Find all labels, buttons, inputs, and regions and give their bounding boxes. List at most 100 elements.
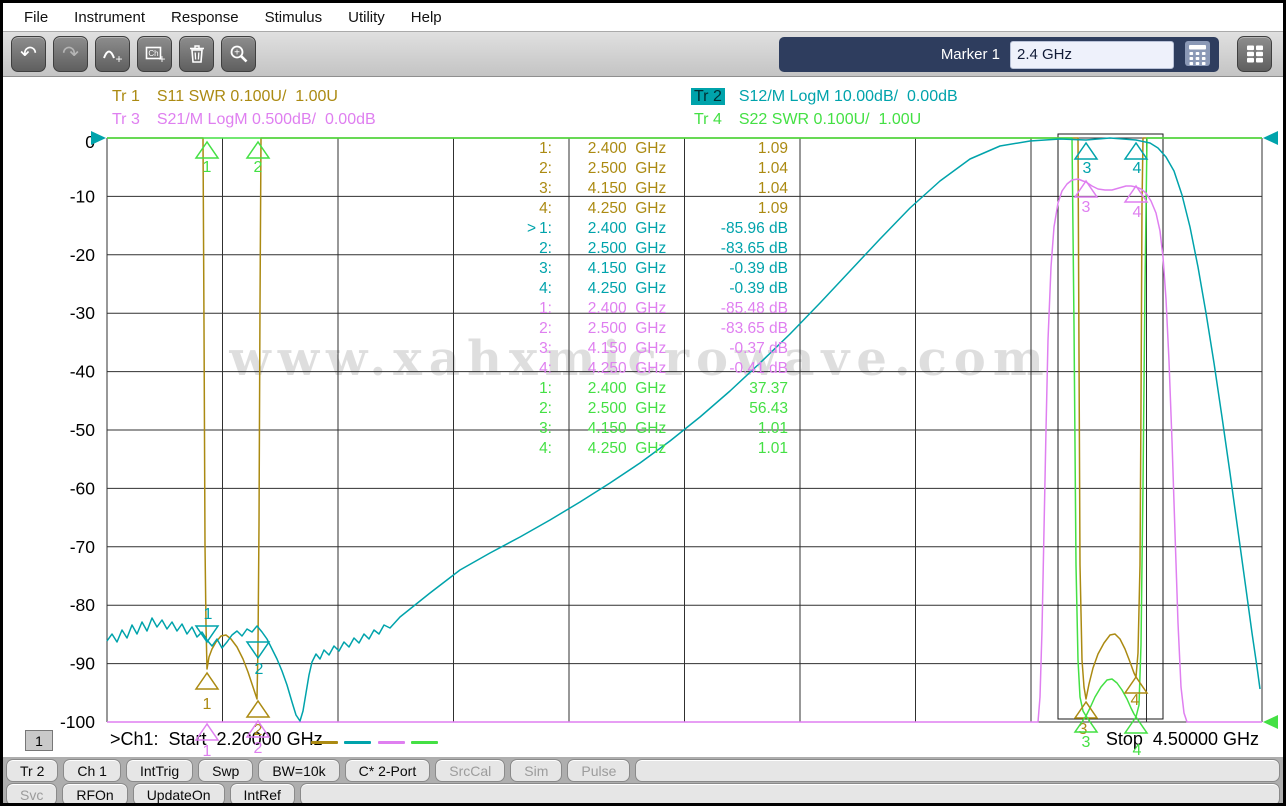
toolbar-button-group: ↶ ↷ + Ch + + — [11, 36, 256, 72]
trace-desc: S12/M LogM 10.00dB/ 0.00dB — [738, 88, 958, 105]
menu-item-utility[interactable]: Utility — [335, 9, 398, 26]
marker-table-value: -85.48 dB — [721, 300, 788, 317]
menu-item-instrument[interactable]: Instrument — [61, 9, 158, 26]
marker-4-label-tr3: 4 — [1133, 204, 1142, 221]
y-axis-label: -20 — [70, 245, 96, 265]
sweep-start-label: >Ch1: Start 2.20000 GHz — [110, 729, 323, 749]
trace-id: Tr 2 — [691, 88, 725, 105]
delete-button[interactable] — [179, 36, 214, 72]
y-axis-label: -10 — [70, 186, 96, 206]
marker-2-triangle-tr4[interactable] — [245, 140, 271, 159]
undo-icon: ↶ — [20, 43, 37, 65]
zoom-window-rect — [1057, 133, 1164, 720]
menu-item-stimulus[interactable]: Stimulus — [252, 9, 336, 26]
add-trace-icon: + — [102, 50, 122, 65]
marker-4-label-tr2: 4 — [1133, 160, 1142, 177]
marker-2-triangle-tr1[interactable] — [245, 699, 271, 718]
softkey-ch-1[interactable]: Ch 1 — [63, 759, 121, 782]
zoom-icon: + — [230, 45, 247, 63]
trace4-dash — [411, 741, 438, 744]
trace-tr2-curve — [106, 137, 1261, 722]
marker-table-index: 2: — [539, 400, 552, 417]
trace-legend-tr3[interactable]: Tr 3 S21/M LogM 0.500dB/ 0.00dB — [109, 111, 376, 129]
marker-3-triangle-tr2[interactable] — [1073, 141, 1099, 160]
menu-item-help[interactable]: Help — [398, 9, 455, 26]
trace-legend-tr4[interactable]: Tr 4 S22 SWR 0.100U/ 1.00U — [691, 111, 921, 129]
add-trace-button[interactable]: + — [95, 36, 130, 72]
trace-desc: S22 SWR 0.100U/ 1.00U — [738, 111, 922, 128]
marker-input[interactable] — [1010, 40, 1174, 69]
layout-button[interactable] — [1237, 36, 1272, 72]
trace-tr4-curve — [107, 137, 1262, 718]
y-axis-label: 0 — [85, 132, 95, 152]
svg-text:+: + — [234, 47, 240, 58]
marker-4-triangle-tr3[interactable] — [1123, 184, 1149, 203]
marker-table-value: 1.01 — [758, 420, 788, 437]
marker-table-value: 37.37 — [749, 380, 788, 397]
marker-table-index: 4: — [539, 280, 552, 297]
marker-2-triangle-tr2[interactable] — [245, 641, 271, 660]
trace-legend-tr1[interactable]: Tr 1 S11 SWR 0.100U/ 1.00U — [109, 88, 338, 106]
marker-4-triangle-tr2[interactable] — [1123, 141, 1149, 160]
softkey-empty — [635, 759, 1280, 782]
marker-2-label-tr2: 2 — [255, 661, 264, 678]
marker-table-index: 1: — [539, 140, 552, 157]
trace3-dash — [378, 741, 405, 744]
marker-table-frequency: 4.250 GHz — [588, 200, 666, 217]
marker-table-frequency: 2.500 GHz — [588, 400, 666, 417]
softkey-row-2: Svc RFOn UpdateOn IntRef — [6, 783, 1280, 803]
marker-table-index: 1: — [539, 300, 552, 317]
marker-table-index: 4: — [539, 440, 552, 457]
marker-1-label-tr1: 1 — [203, 696, 212, 713]
menu-item-file[interactable]: File — [11, 9, 61, 26]
svg-text:Ch: Ch — [148, 49, 158, 58]
channel-indicator[interactable]: 1 — [25, 730, 53, 751]
marker-table-value: -0.37 dB — [729, 340, 788, 357]
marker-table-value: -0.41 dB — [729, 360, 788, 377]
softkey-c-2-port[interactable]: C* 2-Port — [344, 759, 431, 782]
undo-button[interactable]: ↶ — [11, 36, 46, 72]
softkey-svc: Svc — [6, 783, 58, 803]
softkey-tr-2[interactable]: Tr 2 — [6, 759, 59, 782]
marker-table-active-arrow: > — [527, 220, 536, 237]
keypad-button[interactable] — [1184, 40, 1211, 70]
trace-tr1-curve — [107, 137, 1262, 700]
softkey-rfon[interactable]: RFOn — [62, 783, 128, 803]
marker-table-frequency: 4.150 GHz — [588, 420, 666, 437]
marker-1-label-tr4: 1 — [203, 159, 212, 176]
marker-table-value: 1.04 — [758, 160, 789, 177]
softkey-bw-10k[interactable]: BW=10k — [258, 759, 340, 782]
marker-3-triangle-tr3[interactable] — [1073, 179, 1099, 198]
softkey-intref[interactable]: IntRef — [229, 783, 295, 803]
keypad-icon — [1185, 40, 1210, 66]
marker-table-frequency: 2.500 GHz — [588, 240, 666, 257]
softkey-swp[interactable]: Swp — [198, 759, 254, 782]
y-axis-label: -80 — [70, 595, 96, 615]
marker-1-triangle-tr1[interactable] — [194, 671, 220, 690]
marker-1-triangle-tr4[interactable] — [194, 140, 220, 159]
redo-icon: ↷ — [62, 43, 79, 65]
menu-item-response[interactable]: Response — [158, 9, 252, 26]
marker-table-value: 1.09 — [758, 140, 788, 157]
softkey-updateon[interactable]: UpdateOn — [132, 783, 225, 803]
sweep-stop-label: Stop 4.50000 GHz — [1105, 729, 1259, 749]
trace-legend-tr2[interactable]: Tr 2 S12/M LogM 10.00dB/ 0.00dB — [691, 88, 958, 106]
trace-tr3-curve — [107, 178, 1262, 723]
trace-id: Tr 3 — [112, 111, 140, 128]
softkey-inttrig[interactable]: IntTrig — [125, 759, 194, 782]
marker-table-value: 1.01 — [758, 440, 788, 457]
marker-table-frequency: 2.400 GHz — [588, 300, 666, 317]
marker-4-triangle-tr1[interactable] — [1123, 675, 1149, 694]
add-channel-button[interactable]: Ch + — [137, 36, 172, 72]
softkey-sim: Sim — [510, 759, 563, 782]
marker-table-index: 1: — [539, 220, 552, 237]
marker-table-index: 2: — [539, 160, 552, 177]
marker-3-triangle-tr1[interactable] — [1073, 700, 1099, 719]
plot-region: Tr 1 S11 SWR 0.100U/ 1.00U Tr 2 S12/M LogM… — [3, 77, 1283, 757]
y-axis-label: -40 — [70, 362, 96, 382]
zoom-button[interactable]: + — [221, 36, 256, 72]
marker-table-frequency: 4.250 GHz — [588, 360, 666, 377]
marker-table-index: 3: — [539, 260, 552, 277]
marker-1-triangle-tr2[interactable] — [194, 625, 220, 644]
y-axis-label: -60 — [70, 478, 96, 498]
